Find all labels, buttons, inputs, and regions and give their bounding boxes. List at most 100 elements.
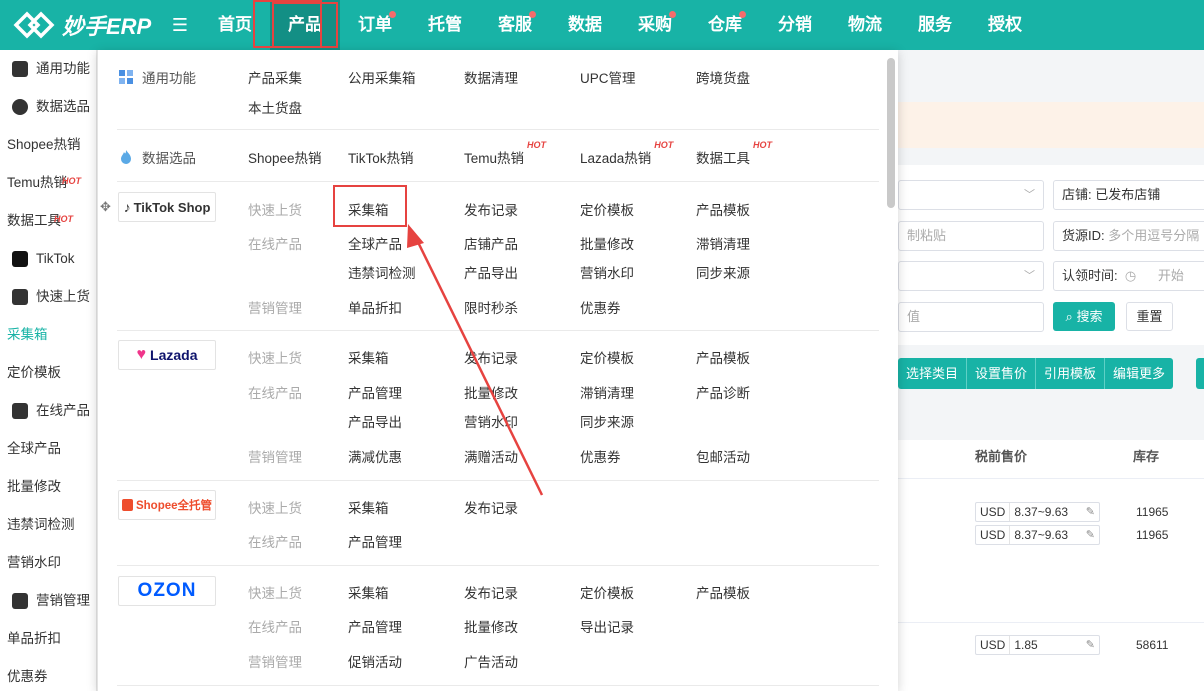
menu-link[interactable]: 满赠活动	[464, 446, 518, 466]
sidebar-item-0[interactable]: 通用功能	[0, 50, 96, 88]
menu-link[interactable]: 包邮活动	[696, 446, 750, 466]
reset-button[interactable]: 重置	[1126, 302, 1173, 331]
edit-more-dropdown[interactable]: 编辑更多	[1105, 358, 1173, 389]
menu-link[interactable]: 优惠券	[580, 297, 621, 317]
nav-item-5[interactable]: 数据	[550, 0, 620, 50]
claim-time-input[interactable]: 认领时间: ◷ 开始	[1053, 261, 1204, 291]
sidebar-item-7[interactable]: 采集箱	[0, 316, 96, 354]
dropdown-scrollbar[interactable]	[887, 58, 895, 208]
paste-input[interactable]: 制粘贴	[898, 221, 1044, 251]
menu-link[interactable]: 定价模板	[580, 199, 634, 219]
price-input[interactable]: USD 1.85 ✎	[975, 635, 1100, 655]
nav-item-7[interactable]: 仓库	[690, 0, 760, 50]
menu-link[interactable]: Lazada热销 HOT	[580, 140, 673, 167]
nav-item-6[interactable]: 采购	[620, 0, 690, 50]
price-input[interactable]: USD 8.37~9.63 ✎	[975, 502, 1100, 522]
menu-link[interactable]: 产品导出	[348, 411, 402, 431]
menu-link[interactable]: 数据清理	[464, 67, 518, 87]
brand-lazada[interactable]: ♥ Lazada	[118, 340, 216, 370]
menu-link[interactable]: 发布记录	[464, 497, 518, 517]
menu-link[interactable]: 采集箱	[348, 582, 389, 602]
filter-select[interactable]: ﹀	[898, 261, 1044, 291]
menu-link[interactable]: TikTok热销	[348, 147, 414, 167]
menu-link[interactable]: 促销活动	[348, 651, 402, 671]
menu-link[interactable]: 产品管理	[348, 382, 402, 402]
menu-link[interactable]: 单品折扣	[348, 297, 402, 317]
menu-link[interactable]: 滞销清理	[580, 382, 634, 402]
menu-link[interactable]: 同步来源	[696, 262, 750, 282]
menu-link[interactable]: 产品采集	[248, 67, 302, 87]
menu-link[interactable]: 数据工具 HOT	[696, 140, 772, 167]
sidebar-item-14[interactable]: 营销管理	[0, 582, 96, 620]
menu-link[interactable]: 全球产品	[348, 233, 402, 253]
nav-item-3[interactable]: 托管	[410, 0, 480, 50]
logo[interactable]: 妙手ERP	[0, 9, 160, 41]
edit-pencil-icon[interactable]: ✎	[1086, 526, 1099, 544]
menu-link[interactable]: 产品模板	[696, 199, 750, 219]
menu-link[interactable]: 产品管理	[348, 531, 402, 551]
sidebar-item-10[interactable]: 全球产品	[0, 430, 96, 468]
edit-pencil-icon[interactable]: ✎	[1086, 503, 1099, 521]
nav-item-10[interactable]: 服务	[900, 0, 970, 50]
menu-link[interactable]: 采集箱	[348, 347, 389, 367]
edit-pencil-icon[interactable]: ✎	[1086, 636, 1099, 654]
brand-tiktok-shop[interactable]: ♪ TikTok Shop	[118, 192, 216, 222]
brand-ozon[interactable]: OZON	[118, 576, 216, 606]
sidebar-item-1[interactable]: 数据选品	[0, 88, 96, 126]
menu-link[interactable]: 滞销清理	[696, 233, 750, 253]
sidebar-item-16[interactable]: 优惠券	[0, 658, 96, 691]
search-button[interactable]: ⌕ 搜索	[1053, 302, 1115, 331]
menu-link[interactable]: UPC管理	[580, 67, 636, 87]
action-button-0[interactable]: 选择类目	[898, 358, 968, 389]
brand-shopee[interactable]: Shopee全托管	[118, 490, 216, 520]
menu-link[interactable]: 本土货盘	[248, 97, 302, 117]
sidebar-item-5[interactable]: TikTok	[0, 240, 96, 278]
menu-link[interactable]: 满减优惠	[348, 446, 402, 466]
source-id-input[interactable]: 货源ID: 多个用逗号分隔	[1053, 221, 1204, 251]
menu-link[interactable]: 营销水印	[464, 411, 518, 431]
sidebar-item-4[interactable]: 数据工具 HOT	[0, 202, 96, 240]
menu-link[interactable]: 发布记录	[464, 347, 518, 367]
menu-toggle-icon[interactable]: ☰	[160, 15, 200, 36]
menu-link[interactable]: 批量修改	[464, 382, 518, 402]
menu-link[interactable]: 采集箱	[348, 497, 389, 517]
store-select[interactable]: 店铺: 已发布店铺	[1053, 180, 1204, 210]
sidebar-item-2[interactable]: Shopee热销	[0, 126, 96, 164]
sidebar-item-9[interactable]: 在线产品	[0, 392, 96, 430]
menu-link[interactable]: 同步来源	[580, 411, 634, 431]
menu-link[interactable]: 产品模板	[696, 582, 750, 602]
menu-link[interactable]: 产品管理	[348, 616, 402, 636]
nav-item-9[interactable]: 物流	[830, 0, 900, 50]
menu-link[interactable]: 公用采集箱	[348, 67, 416, 87]
menu-link[interactable]: 定价模板	[580, 347, 634, 367]
more-action-button[interactable]	[1196, 358, 1204, 389]
platform-select[interactable]: ﹀	[898, 180, 1044, 210]
menu-link[interactable]: 广告活动	[464, 651, 518, 671]
sidebar-item-12[interactable]: 违禁词检测	[0, 506, 96, 544]
menu-link[interactable]: 发布记录	[464, 582, 518, 602]
menu-link[interactable]: 店铺产品	[464, 233, 518, 253]
sidebar-item-11[interactable]: 批量修改	[0, 468, 96, 506]
action-button-2[interactable]: 引用模板	[1036, 358, 1106, 389]
nav-item-4[interactable]: 客服	[480, 0, 550, 50]
sidebar-item-15[interactable]: 单品折扣	[0, 620, 96, 658]
nav-item-11[interactable]: 授权	[970, 0, 1040, 50]
menu-link[interactable]: 产品模板	[696, 347, 750, 367]
menu-link[interactable]: Temu热销 HOT	[464, 140, 546, 167]
menu-link[interactable]: 优惠券	[580, 446, 621, 466]
menu-link[interactable]: 产品导出	[464, 262, 518, 282]
menu-link[interactable]: 跨境货盘	[696, 67, 750, 87]
price-input[interactable]: USD 8.37~9.63 ✎	[975, 525, 1100, 545]
menu-link[interactable]: 批量修改	[580, 233, 634, 253]
sidebar-item-6[interactable]: 快速上货	[0, 278, 96, 316]
sidebar-item-3[interactable]: Temu热销 HOT	[0, 164, 96, 202]
value-input[interactable]: 值	[898, 302, 1044, 332]
menu-link[interactable]: 定价模板	[580, 582, 634, 602]
sidebar-item-8[interactable]: 定价模板	[0, 354, 96, 392]
menu-link[interactable]: 发布记录	[464, 199, 518, 219]
menu-link[interactable]: 限时秒杀	[464, 297, 518, 317]
action-button-1[interactable]: 设置售价	[967, 358, 1037, 389]
menu-link[interactable]: 违禁词检测	[348, 262, 416, 282]
nav-item-2[interactable]: 订单	[340, 0, 410, 50]
menu-link[interactable]: Shopee热销	[248, 147, 322, 167]
